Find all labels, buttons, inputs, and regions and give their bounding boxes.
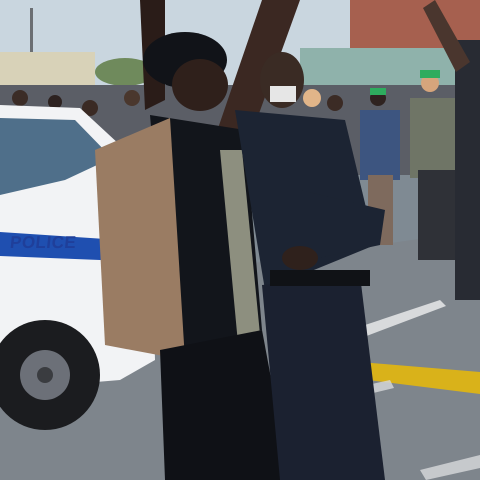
- street-pole: [30, 8, 33, 58]
- green-cap: [370, 88, 386, 95]
- crowd-head: [124, 90, 140, 106]
- canopy-left: [0, 52, 95, 90]
- backpack: [95, 118, 185, 360]
- crowd-head: [327, 95, 343, 111]
- police-car-text: POLICE: [9, 233, 78, 252]
- officer-hand: [282, 246, 318, 270]
- crowd-head: [12, 90, 28, 106]
- protester-legs: [418, 170, 460, 260]
- crowd-head: [303, 89, 321, 107]
- officer-mask: [270, 86, 296, 102]
- protester-head: [172, 59, 228, 111]
- photo-scene: POLICE: [0, 0, 480, 480]
- police-car-hub-center: [37, 367, 53, 383]
- green-cap: [420, 70, 440, 78]
- protester-right: [455, 40, 480, 300]
- officer-belt: [270, 270, 370, 286]
- protester-body: [360, 110, 400, 180]
